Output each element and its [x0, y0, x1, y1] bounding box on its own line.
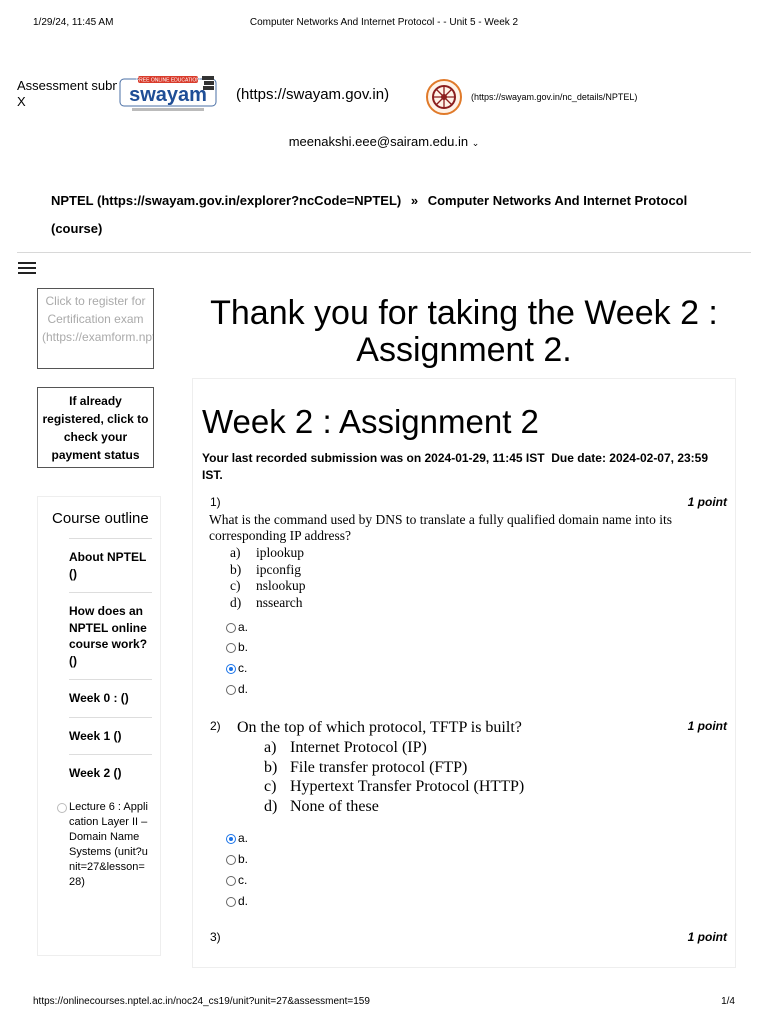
outline-item-week-1[interactable]: Week 1 () — [69, 716, 152, 755]
question-number: 2) — [210, 719, 221, 733]
answer-radio-c[interactable]: c. — [226, 874, 247, 887]
assessment-status-text: Assessment submitted. — [17, 78, 117, 93]
course-outline: Course outline About NPTEL () How does a… — [37, 496, 161, 956]
question-options: a) Internet Protocol (IP) b) File transfer… — [264, 738, 524, 816]
answer-radio-b[interactable]: b. — [226, 853, 248, 866]
payment-status-button[interactable]: If already registered, click to check yo… — [37, 387, 154, 468]
print-footer-url: https://onlinecourses.nptel.ac.in/noc24_… — [33, 996, 370, 1007]
print-page-title: Computer Networks And Internet Protocol … — [249, 17, 519, 28]
option-text: d) nssearch — [230, 594, 303, 610]
nptel-details-link[interactable]: (https://swayam.gov.in/nc_details/NPTEL) — [471, 92, 637, 102]
breadcrumb: NPTEL (https://swayam.gov.in/explorer?nc… — [51, 187, 741, 243]
progress-circle-icon — [57, 802, 67, 813]
outline-item-about-nptel[interactable]: About NPTEL () — [69, 538, 152, 592]
register-certification-label: Click to register for Certification exam… — [42, 294, 154, 344]
last-submission-text: Your last recorded submission was on 202… — [202, 451, 545, 465]
submission-info: Your last recorded submission was on 202… — [202, 450, 732, 484]
question-points: 1 point — [687, 930, 727, 944]
answer-radio-a[interactable]: a. — [226, 832, 248, 845]
thank-you-message: Thank you for taking the Week 2 : Assign… — [210, 294, 718, 369]
print-page-number: 1/4 — [721, 996, 735, 1007]
assignment-title: Week 2 : Assignment 2 — [202, 403, 539, 440]
option-text: c) Hypertext Transfer Protocol (HTTP) — [264, 778, 525, 795]
outline-subitem-label: Lecture 6 : Application Layer II – Domai… — [69, 800, 148, 888]
question-options: a) iplookup b) ipconfig c) nslookup d) nssea… — [230, 545, 306, 611]
outline-subitem-lecture-6[interactable]: Lecture 6 : Application Layer II – Domai… — [57, 792, 149, 900]
option-text: c) nslookup — [230, 578, 306, 593]
answer-radio-d[interactable]: d. — [226, 683, 248, 696]
outline-item-week-2[interactable]: Week 2 () — [69, 754, 152, 792]
register-certification-button[interactable]: Click to register for Certification exam… — [37, 288, 154, 369]
svg-text:swayam: swayam — [129, 84, 207, 106]
answer-radio-a[interactable]: a. — [226, 621, 248, 634]
option-text: b) ipconfig — [230, 561, 301, 577]
question-points: 1 point — [687, 719, 727, 733]
breadcrumb-nptel-link[interactable]: NPTEL (https://swayam.gov.in/explorer?nc… — [51, 193, 401, 208]
question-text: On the top of which protocol, TFTP is bu… — [237, 719, 522, 736]
outline-item-how-course-works[interactable]: How does an NPTEL online course work? () — [69, 592, 152, 679]
option-text: a) Internet Protocol (IP) — [264, 739, 427, 756]
user-menu[interactable]: meenakshi.eee@sairam.edu.in ⌄ — [0, 134, 768, 149]
hamburger-menu-icon[interactable] — [18, 262, 36, 276]
swayam-logo[interactable]: FREE ONLINE EDUCATION swayam — [118, 74, 230, 116]
option-text: d) None of these — [264, 797, 379, 815]
breadcrumb-separator: » — [410, 193, 419, 208]
option-text: b) File transfer protocol (FTP) — [264, 758, 468, 776]
question-text: What is the command used by DNS to trans… — [209, 512, 673, 543]
question-number: 3) — [210, 930, 221, 944]
question-number: 1) — [210, 495, 221, 509]
svg-text:FREE ONLINE EDUCATION: FREE ONLINE EDUCATION — [136, 78, 200, 84]
header-divider — [17, 252, 751, 253]
outline-item-week-0[interactable]: Week 0 : () — [69, 679, 152, 717]
chevron-down-icon[interactable]: ⌄ — [472, 138, 480, 148]
assessment-status: Assessment submitted. X — [17, 78, 117, 110]
question-points: 1 point — [687, 495, 727, 509]
nptel-logo[interactable] — [424, 78, 464, 116]
option-text: a) iplookup — [230, 545, 305, 560]
swayam-link[interactable]: (https://swayam.gov.in) — [236, 86, 389, 103]
payment-status-label: If already registered, click to check yo… — [42, 394, 149, 462]
answer-radio-d[interactable]: d. — [226, 895, 248, 908]
answer-radio-c[interactable]: c. — [226, 662, 247, 675]
user-email[interactable]: meenakshi.eee@sairam.edu.in — [289, 134, 468, 149]
course-outline-title: Course outline — [52, 510, 149, 527]
answer-radio-b[interactable]: b. — [226, 641, 248, 654]
dismiss-x[interactable]: X — [17, 94, 117, 110]
